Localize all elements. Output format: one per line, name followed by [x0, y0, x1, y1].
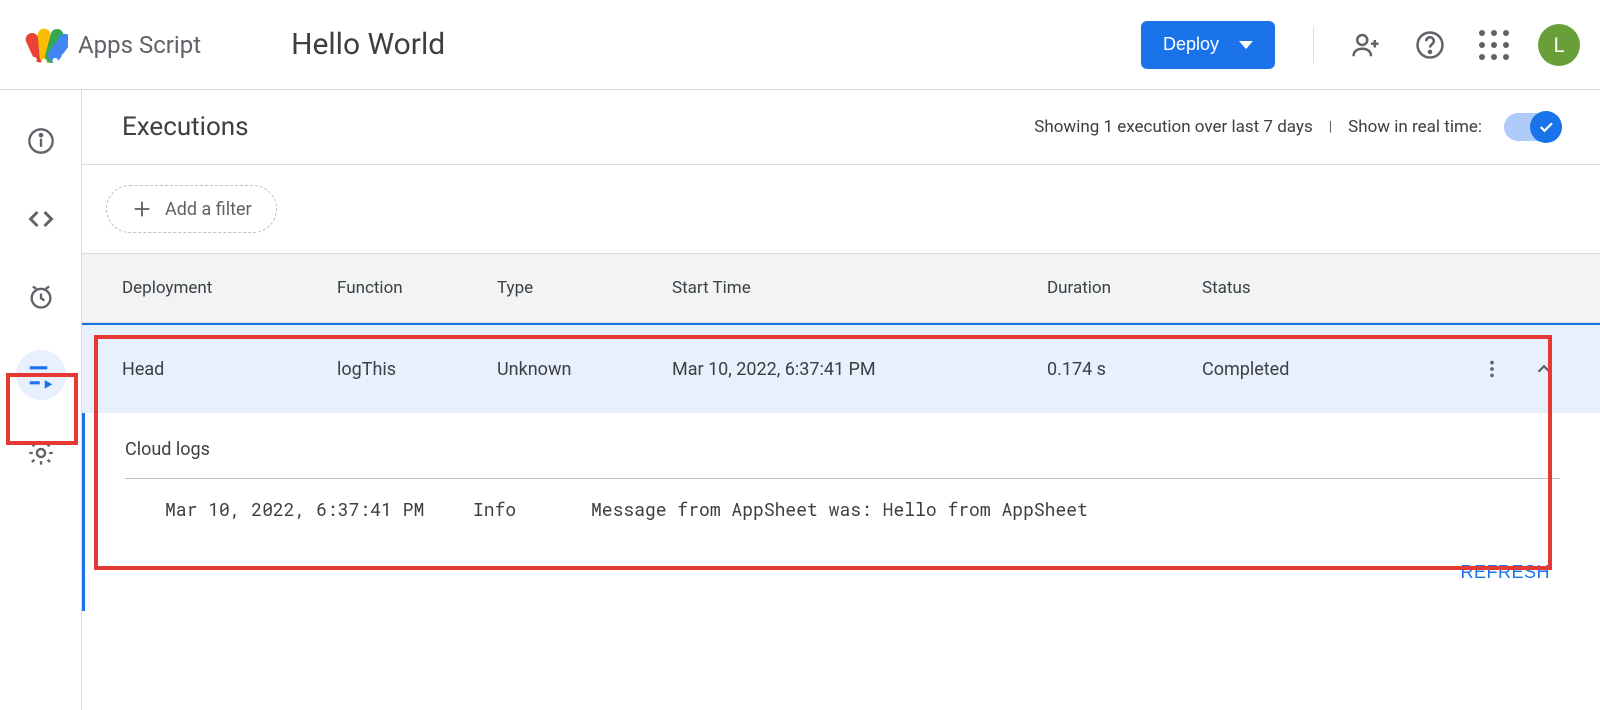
cloud-logs-title: Cloud logs — [125, 439, 1560, 460]
share-button[interactable] — [1346, 25, 1386, 65]
code-icon — [27, 205, 55, 233]
executions-summary: Showing 1 execution over last 7 days — [1034, 117, 1312, 137]
add-filter-label: Add a filter — [165, 199, 252, 220]
project-title[interactable]: Hello World — [291, 27, 445, 62]
clock-icon — [27, 283, 55, 311]
cell-function: logThis — [337, 359, 497, 380]
info-icon — [27, 127, 55, 155]
log-level: Info — [473, 497, 563, 521]
sidebar-item-editor[interactable] — [16, 194, 66, 244]
help-button[interactable] — [1410, 25, 1450, 65]
cell-deployment: Head — [122, 359, 337, 380]
cell-start-time: Mar 10, 2022, 6:37:41 PM — [672, 359, 1047, 380]
logs-divider — [125, 478, 1560, 479]
row-collapse-button[interactable] — [1528, 353, 1560, 385]
sidebar-item-executions[interactable] — [16, 350, 66, 400]
gear-icon — [27, 439, 55, 467]
col-header-deployment[interactable]: Deployment — [122, 278, 337, 298]
check-icon — [1537, 118, 1555, 136]
apps-grid-icon — [1479, 30, 1509, 60]
page-title: Executions — [122, 112, 249, 142]
person-add-icon — [1351, 30, 1381, 60]
row-more-button[interactable] — [1476, 353, 1508, 385]
refresh-button[interactable]: REFRESH — [1460, 562, 1550, 583]
execution-row[interactable]: Head logThis Unknown Mar 10, 2022, 6:37:… — [82, 323, 1600, 413]
col-header-type[interactable]: Type — [497, 278, 672, 298]
avatar-initial: L — [1554, 33, 1565, 57]
account-avatar[interactable]: L — [1538, 24, 1580, 66]
plus-icon — [131, 198, 153, 220]
log-timestamp: Mar 10, 2022, 6:37:41 PM — [165, 497, 445, 521]
col-header-duration[interactable]: Duration — [1047, 278, 1202, 298]
chevron-up-icon — [1533, 358, 1555, 380]
cell-duration: 0.174 s — [1047, 359, 1202, 380]
main-content: Executions Showing 1 execution over last… — [82, 90, 1600, 710]
add-filter-button[interactable]: Add a filter — [106, 185, 277, 233]
log-entry: Mar 10, 2022, 6:37:41 PM Info Message fr… — [125, 497, 1560, 521]
realtime-toggle[interactable] — [1504, 113, 1560, 141]
cloud-logs-panel: Cloud logs Mar 10, 2022, 6:37:41 PM Info… — [82, 413, 1600, 611]
executions-table-header: Deployment Function Type Start Time Dura… — [82, 253, 1600, 323]
left-sidebar — [0, 90, 82, 710]
cell-status: Completed — [1202, 359, 1402, 380]
chevron-down-icon — [1239, 41, 1253, 49]
cell-type: Unknown — [497, 359, 672, 380]
separator: | — [1329, 119, 1332, 135]
filter-bar: Add a filter — [82, 165, 1600, 253]
apps-script-logo-icon — [24, 23, 68, 67]
col-header-function[interactable]: Function — [337, 278, 497, 298]
product-logo-block[interactable]: Apps Script — [24, 23, 201, 67]
sidebar-item-settings[interactable] — [16, 428, 66, 478]
col-header-status[interactable]: Status — [1202, 278, 1402, 298]
toggle-knob — [1530, 111, 1562, 143]
app-header: Apps Script Hello World Deploy L — [0, 0, 1600, 90]
log-message: Message from AppSheet was: Hello from Ap… — [591, 497, 1088, 521]
deploy-button[interactable]: Deploy — [1141, 21, 1275, 69]
executions-icon — [26, 360, 56, 390]
apps-launcher-button[interactable] — [1474, 25, 1514, 65]
col-header-start-time[interactable]: Start Time — [672, 278, 1047, 298]
more-vert-icon — [1481, 358, 1503, 380]
sidebar-item-triggers[interactable] — [16, 272, 66, 322]
header-divider — [1313, 27, 1314, 63]
sidebar-item-overview[interactable] — [16, 116, 66, 166]
help-icon — [1415, 30, 1445, 60]
executions-header: Executions Showing 1 execution over last… — [82, 90, 1600, 165]
deploy-button-label: Deploy — [1163, 34, 1219, 55]
realtime-label: Show in real time: — [1348, 117, 1482, 137]
product-name: Apps Script — [78, 31, 201, 59]
